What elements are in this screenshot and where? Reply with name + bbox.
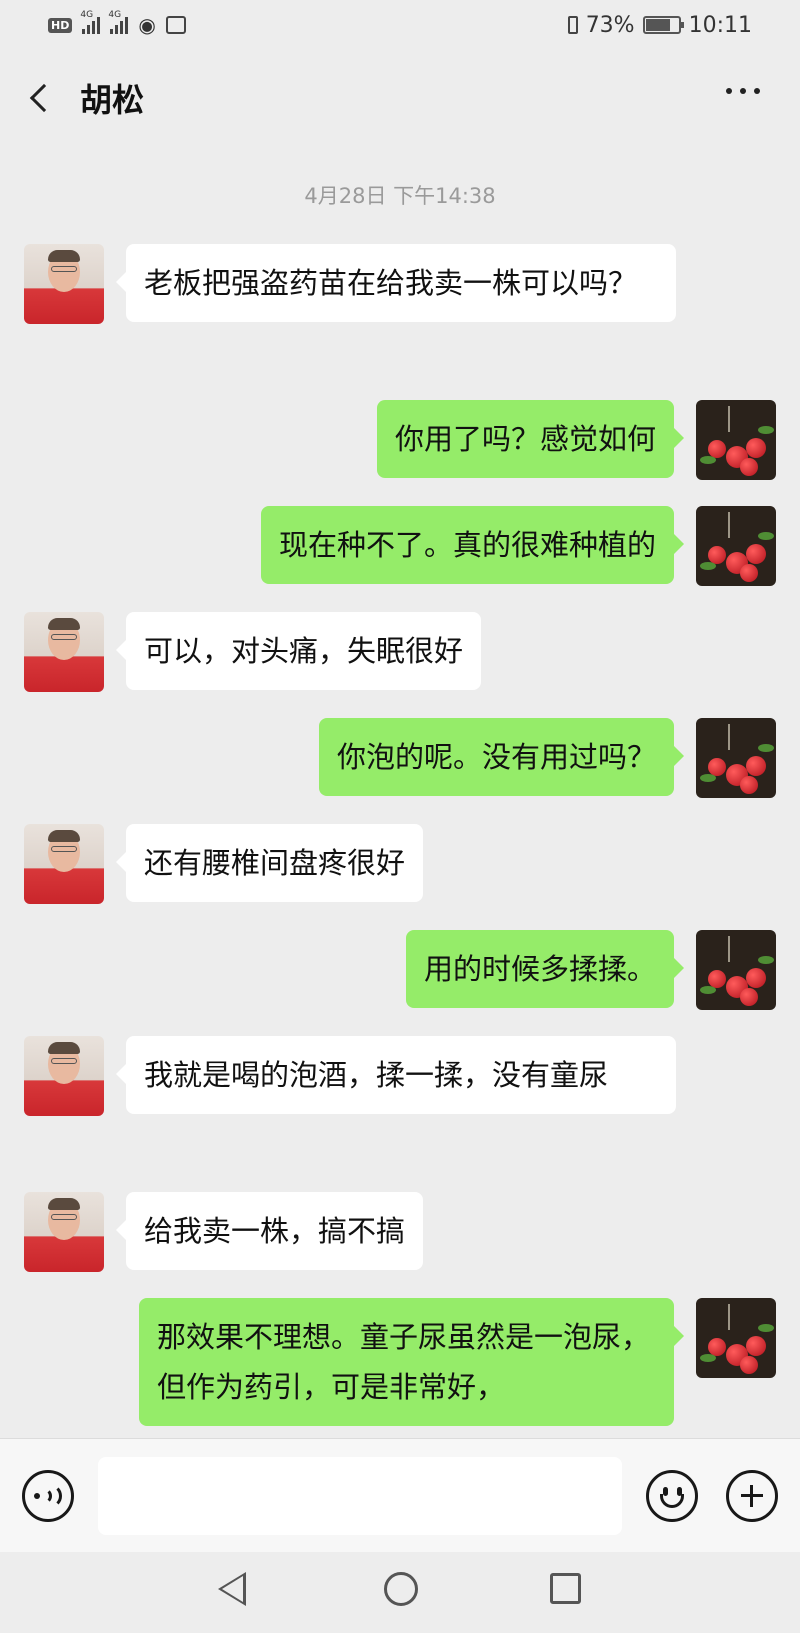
plus-button[interactable] — [726, 1470, 778, 1522]
message-bubble[interactable]: 给我卖一株，搞不搞 — [115, 1192, 424, 1270]
voice-input-button[interactable] — [22, 1470, 74, 1522]
message-bubble[interactable]: 老板把强盗药苗在给我卖一株可以吗？ — [116, 244, 676, 322]
calendar-icon — [165, 16, 186, 34]
input-bar — [0, 1438, 800, 1552]
nav-recents-icon[interactable] — [550, 1573, 581, 1604]
status-right: 73% 10:11 — [567, 12, 752, 38]
chevron-left-icon — [29, 83, 59, 113]
battery-percent: 73% — [585, 12, 635, 38]
nav-back-icon[interactable] — [218, 1572, 246, 1606]
dot-icon — [740, 88, 746, 94]
hd-badge: HD — [48, 17, 73, 33]
message-bubble[interactable]: 你用了吗？感觉如何 — [376, 400, 685, 478]
self-avatar[interactable] — [696, 930, 776, 1010]
contact-avatar[interactable] — [24, 612, 104, 692]
vibrate-icon — [567, 16, 578, 34]
status-bar: HD 4G 4G ◉ 73% 10:11 — [0, 0, 800, 50]
message-bubble[interactable]: 你泡的呢。没有用过吗？ — [318, 718, 685, 796]
self-avatar[interactable] — [696, 506, 776, 586]
voice-icon — [34, 1493, 40, 1499]
contact-avatar[interactable] — [24, 1036, 104, 1116]
dot-icon — [754, 88, 760, 94]
dot-icon — [726, 88, 732, 94]
self-avatar[interactable] — [696, 400, 776, 480]
contact-avatar[interactable] — [24, 244, 104, 324]
emoji-button[interactable] — [646, 1470, 698, 1522]
nav-home-icon[interactable] — [384, 1572, 418, 1606]
chat-title: 胡松 — [80, 81, 145, 119]
message-bubble[interactable]: 用的时候多揉揉。 — [405, 930, 685, 1008]
back-button[interactable] — [0, 50, 80, 146]
contact-avatar[interactable] — [24, 824, 104, 904]
message-bubble[interactable]: 现在种不了。真的很难种植的 — [260, 506, 685, 584]
sim2-label: 4G — [108, 10, 122, 20]
signal-icon: 4G — [80, 10, 101, 34]
system-nav-bar — [0, 1552, 800, 1633]
message-bubble[interactable]: 那效果不理想。童子尿虽然是一泡尿，但作为药引，可是非常好， — [139, 1298, 684, 1426]
self-avatar[interactable] — [696, 1298, 776, 1378]
sim1-label: 4G — [80, 10, 94, 20]
message-timestamp: 4月28日 下午14:38 — [304, 184, 496, 208]
more-options-button[interactable] — [726, 88, 760, 94]
status-left: HD 4G 4G ◉ — [48, 10, 186, 37]
eye-icon: ◉ — [138, 13, 156, 37]
message-bubble[interactable]: 还有腰椎间盘疼很好 — [115, 824, 424, 902]
clock: 10:11 — [688, 12, 752, 38]
battery-icon — [642, 16, 684, 34]
battery-fill — [645, 19, 671, 31]
message-input[interactable] — [98, 1457, 622, 1535]
contact-avatar[interactable] — [24, 1192, 104, 1272]
message-bubble[interactable]: 我就是喝的泡酒，揉一揉，没有童尿 — [116, 1036, 676, 1114]
message-bubble[interactable]: 可以，对头痛，失眠很好 — [115, 612, 482, 690]
signal-icon: 4G — [108, 10, 129, 34]
self-avatar[interactable] — [696, 718, 776, 798]
chat-header: 胡松 — [0, 50, 800, 146]
